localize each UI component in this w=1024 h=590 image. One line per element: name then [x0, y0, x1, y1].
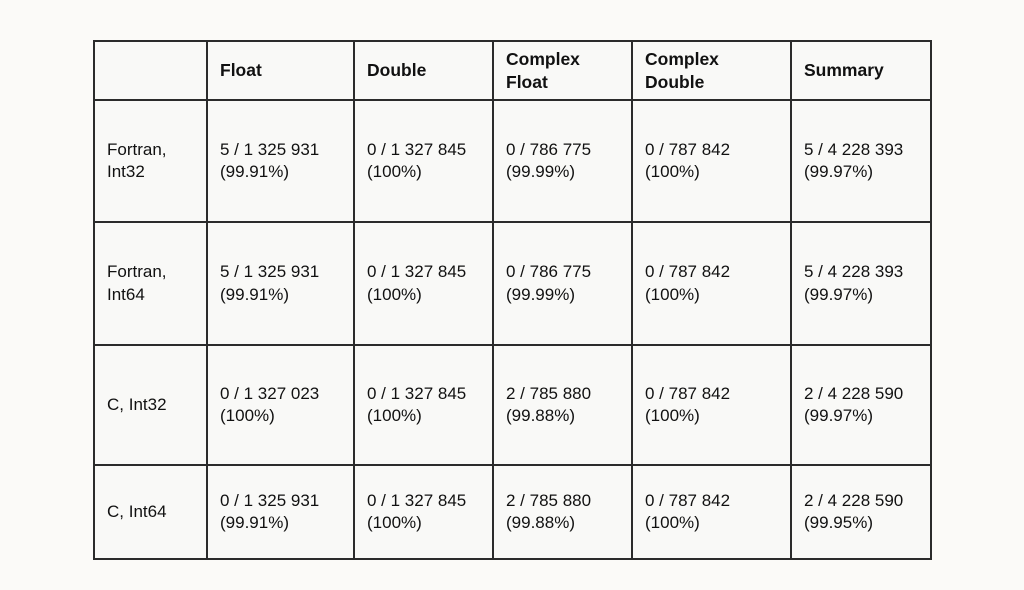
cell-complex-double: 0 / 787 842 (100%)	[631, 99, 792, 223]
cell-counts: 2 / 785 880	[506, 490, 592, 510]
page-root: Float Double Complex Float Complex Doubl…	[0, 0, 1024, 590]
cell-percent: (99.95%)	[804, 513, 873, 532]
column-header-blank	[93, 40, 208, 101]
cell-complex-float: 0 / 786 775 (99.99%)	[492, 99, 633, 223]
cell-percent: (100%)	[367, 284, 422, 304]
cell-summary: 5 / 4 228 393 (99.97%)	[790, 99, 932, 223]
row-label-cell: Fortran, Int32	[93, 99, 208, 223]
cell-percent: (100%)	[367, 513, 422, 532]
cell-summary: 2 / 4 228 590 (99.97%)	[790, 344, 932, 466]
cell-percent: (100%)	[220, 406, 275, 425]
cell-counts: 0 / 1 327 845	[367, 490, 467, 510]
cell-percent: (99.97%)	[804, 162, 873, 181]
row-label-cell: Fortran, Int64	[93, 221, 208, 346]
row-label-line2: Int64	[107, 284, 145, 304]
cell-counts: 5 / 4 228 393	[804, 262, 904, 282]
cell-percent: (99.91%)	[220, 162, 289, 181]
cell-float: 0 / 1 325 931 (99.91%)	[206, 464, 355, 560]
cell-counts: 5 / 1 325 931	[220, 262, 320, 282]
cell-counts: 0 / 786 775	[506, 262, 592, 282]
cell-counts: 0 / 1 325 931	[220, 490, 320, 510]
cell-percent: (99.91%)	[220, 284, 289, 304]
cell-counts: 0 / 1 327 845	[367, 139, 467, 159]
column-header-double: Double	[353, 40, 494, 101]
cell-counts: 0 / 787 842	[645, 139, 731, 159]
table-header: Float Double Complex Float Complex Doubl…	[93, 40, 932, 101]
column-header-complex-double-line1: Complex	[645, 48, 719, 69]
column-header-complex-double-line2: Double	[645, 71, 705, 92]
cell-percent: (99.99%)	[506, 162, 575, 181]
cell-complex-float: 2 / 785 880 (99.88%)	[492, 344, 633, 466]
column-header-complex-float-line1: Complex	[506, 48, 580, 69]
cell-complex-float: 0 / 786 775 (99.99%)	[492, 221, 633, 346]
row-label-line2: Int32	[107, 162, 145, 181]
column-header-complex-double: Complex Double	[631, 40, 792, 101]
row-label-line1: C, Int64	[107, 501, 167, 521]
column-header-summary: Summary	[790, 40, 932, 101]
cell-counts: 0 / 1 327 023	[220, 383, 320, 403]
cell-counts: 5 / 1 325 931	[220, 139, 320, 159]
cell-double: 0 / 1 327 845 (100%)	[353, 99, 494, 223]
row-label-line1: C, Int32	[107, 394, 167, 414]
row-label-line1: Fortran,	[107, 139, 167, 159]
cell-counts: 0 / 787 842	[645, 490, 731, 510]
cell-percent: (99.88%)	[506, 406, 575, 425]
cell-counts: 2 / 785 880	[506, 383, 592, 403]
row-label-cell: C, Int64	[93, 464, 208, 560]
cell-counts: 0 / 1 327 845	[367, 262, 467, 282]
cell-double: 0 / 1 327 845 (100%)	[353, 221, 494, 346]
cell-counts: 0 / 787 842	[645, 262, 731, 282]
cell-percent: (99.97%)	[804, 406, 873, 425]
cell-percent: (100%)	[645, 162, 700, 181]
cell-percent: (100%)	[367, 406, 422, 425]
table-header-row: Float Double Complex Float Complex Doubl…	[93, 40, 932, 101]
row-label-line1: Fortran,	[107, 262, 167, 282]
cell-percent: (99.99%)	[506, 284, 575, 304]
cell-float: 0 / 1 327 023 (100%)	[206, 344, 355, 466]
cell-double: 0 / 1 327 845 (100%)	[353, 464, 494, 560]
cell-percent: (100%)	[645, 513, 700, 532]
cell-counts: 2 / 4 228 590	[804, 490, 904, 510]
cell-float: 5 / 1 325 931 (99.91%)	[206, 221, 355, 346]
cell-double: 0 / 1 327 845 (100%)	[353, 344, 494, 466]
cell-complex-double: 0 / 787 842 (100%)	[631, 464, 792, 560]
column-header-float: Float	[206, 40, 355, 101]
cell-complex-double: 0 / 787 842 (100%)	[631, 344, 792, 466]
cell-counts: 2 / 4 228 590	[804, 383, 904, 403]
results-table: Float Double Complex Float Complex Doubl…	[93, 40, 932, 560]
table-row: Fortran, Int64 5 / 1 325 931 (99.91%) 0 …	[93, 221, 932, 346]
cell-percent: (100%)	[367, 162, 422, 181]
cell-complex-float: 2 / 785 880 (99.88%)	[492, 464, 633, 560]
cell-summary: 2 / 4 228 590 (99.95%)	[790, 464, 932, 560]
cell-percent: (99.88%)	[506, 513, 575, 532]
column-header-complex-float-line2: Float	[506, 71, 548, 92]
cell-percent: (99.91%)	[220, 513, 289, 532]
row-label-cell: C, Int32	[93, 344, 208, 466]
cell-complex-double: 0 / 787 842 (100%)	[631, 221, 792, 346]
results-table-container: Float Double Complex Float Complex Doubl…	[93, 40, 932, 560]
column-header-complex-float: Complex Float	[492, 40, 633, 101]
table-row: Fortran, Int32 5 / 1 325 931 (99.91%) 0 …	[93, 99, 932, 223]
cell-float: 5 / 1 325 931 (99.91%)	[206, 99, 355, 223]
cell-counts: 0 / 787 842	[645, 383, 731, 403]
table-row: C, Int64 0 / 1 325 931 (99.91%) 0 / 1 32…	[93, 464, 932, 560]
cell-summary: 5 / 4 228 393 (99.97%)	[790, 221, 932, 346]
cell-counts: 5 / 4 228 393	[804, 139, 904, 159]
table-body: Fortran, Int32 5 / 1 325 931 (99.91%) 0 …	[93, 99, 932, 560]
cell-percent: (100%)	[645, 406, 700, 425]
table-row: C, Int32 0 / 1 327 023 (100%) 0 / 1 327 …	[93, 344, 932, 466]
cell-percent: (100%)	[645, 284, 700, 304]
cell-percent: (99.97%)	[804, 284, 873, 304]
cell-counts: 0 / 1 327 845	[367, 383, 467, 403]
cell-counts: 0 / 786 775	[506, 139, 592, 159]
